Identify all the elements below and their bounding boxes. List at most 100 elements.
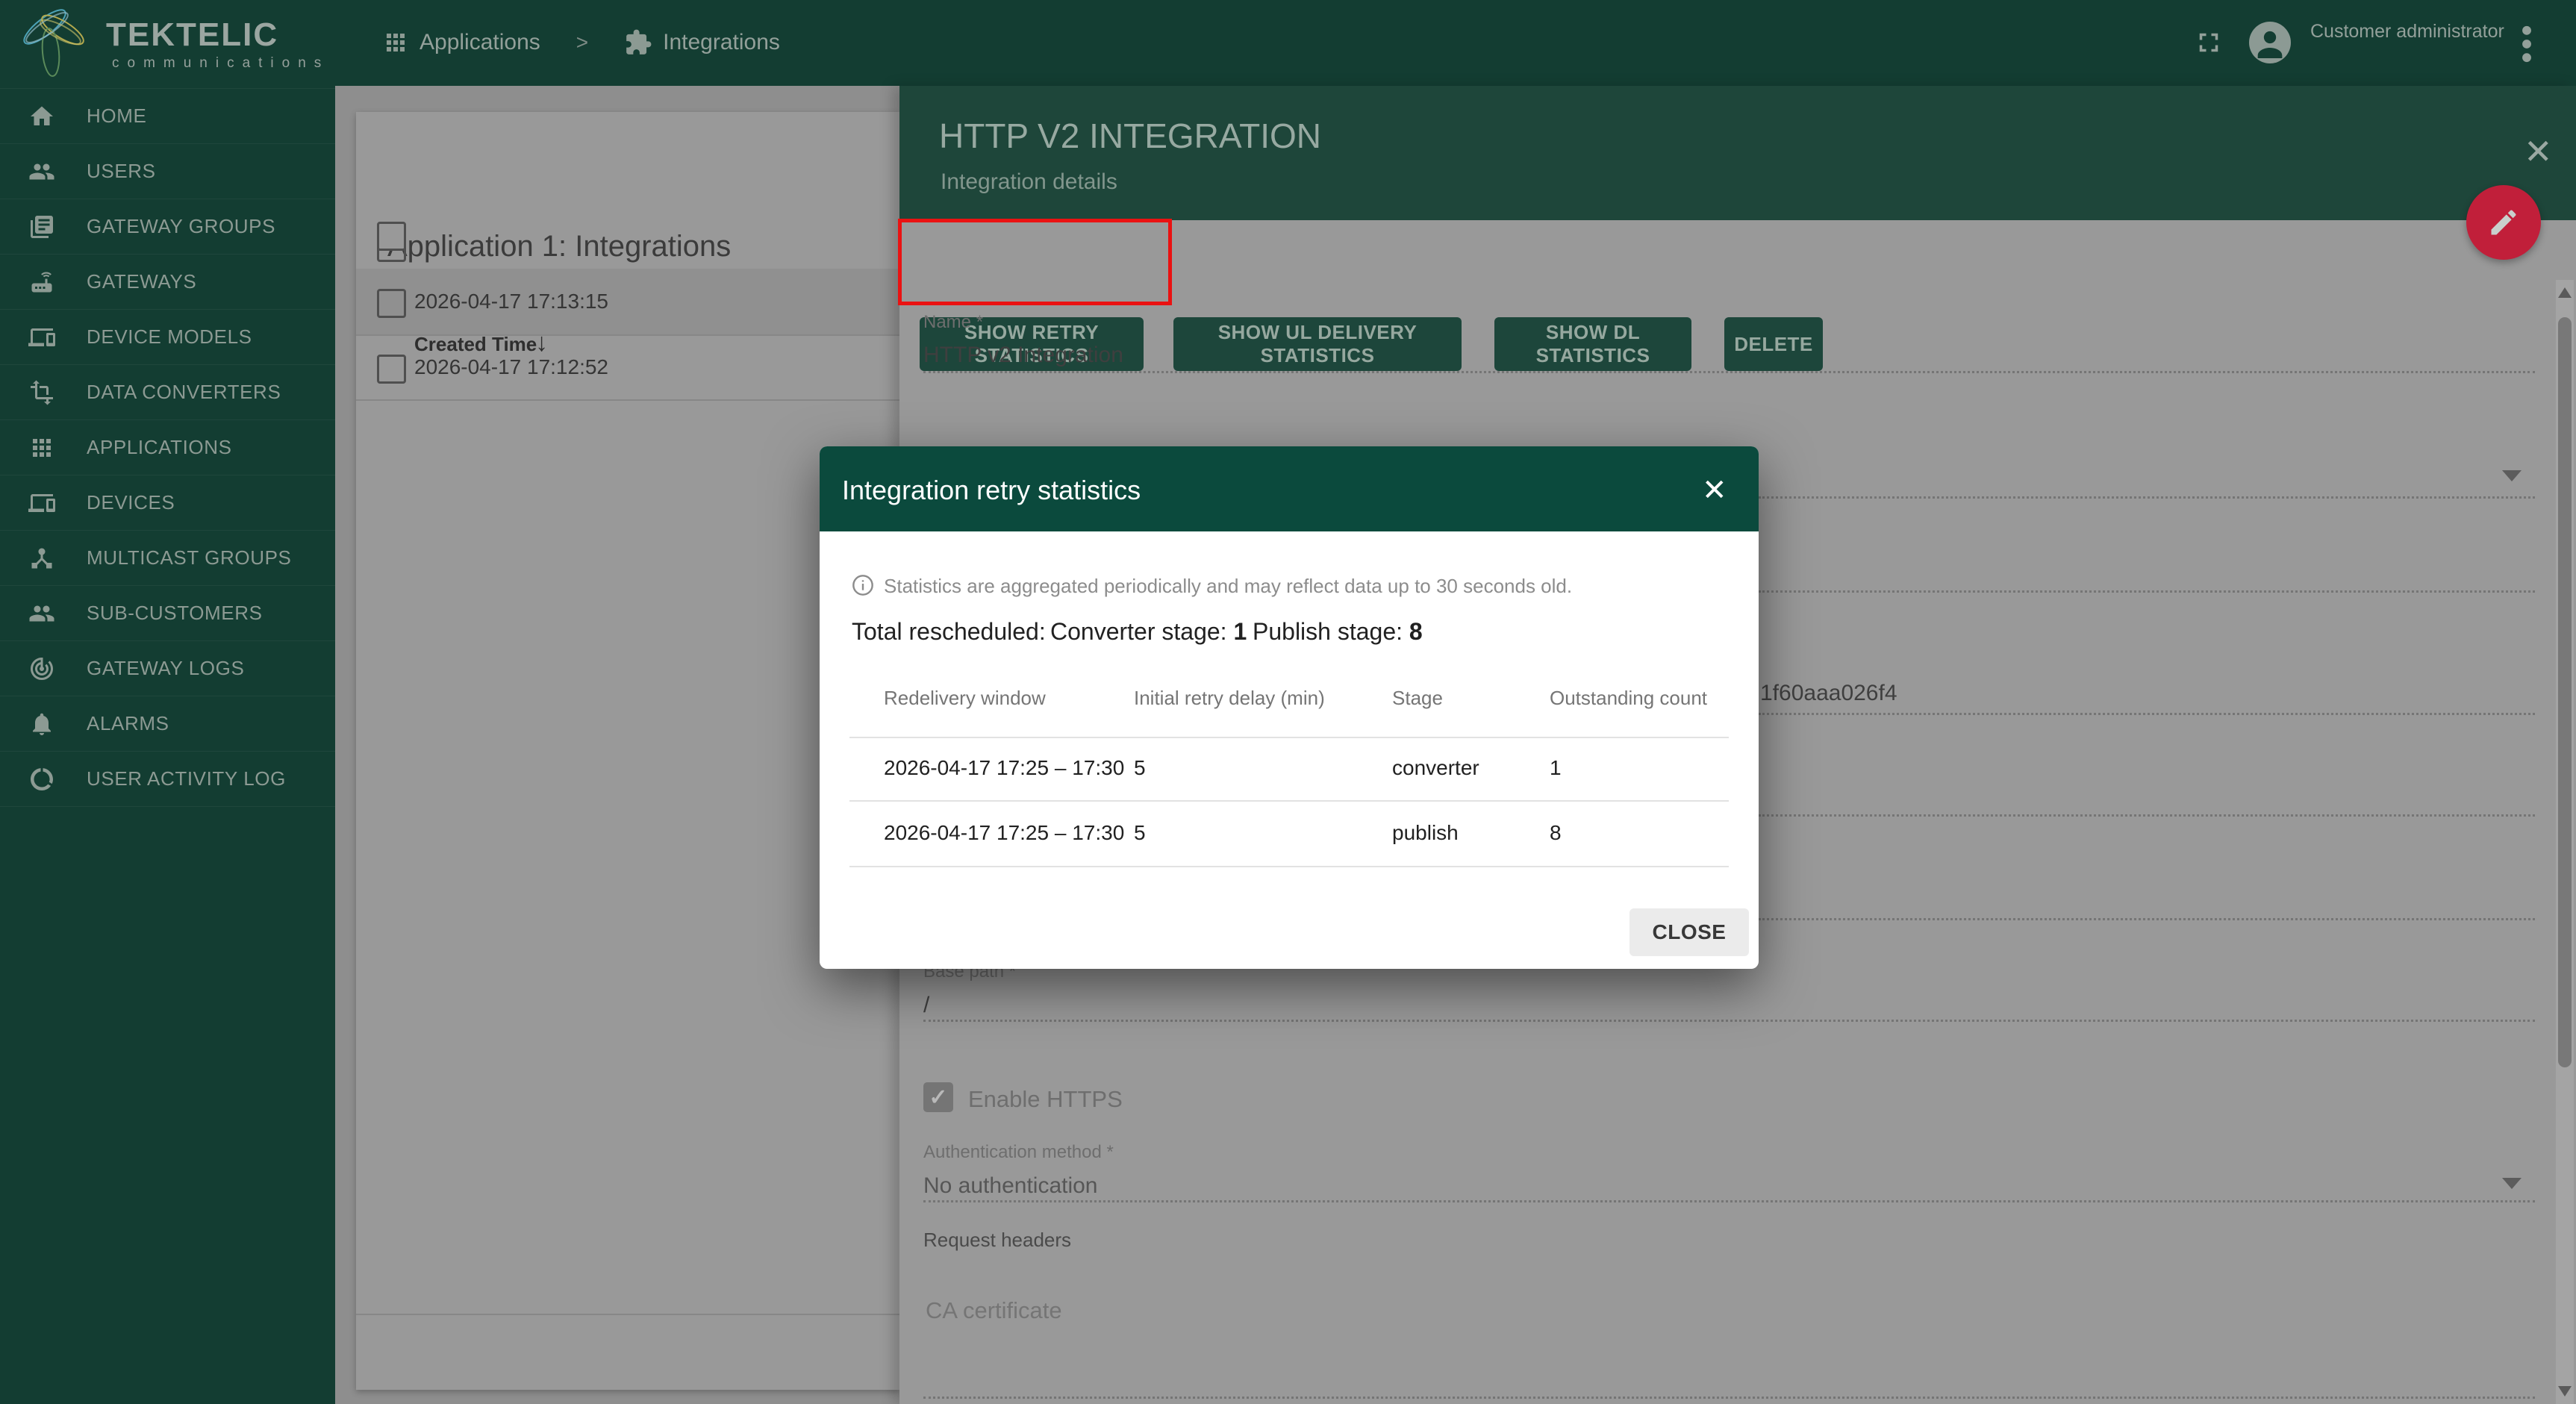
cell-window: 2026-04-17 17:25 – 17:30 [884, 756, 1124, 780]
annotation-highlight-box [898, 219, 1172, 305]
field-underline [923, 1020, 2535, 1022]
apps-icon [382, 29, 409, 56]
info-icon [851, 573, 875, 597]
sidebar-item-device-models[interactable]: DEVICE MODELS [0, 310, 335, 365]
totals-publish: Publish stage: 8 [1253, 618, 1423, 646]
cell-count: 8 [1550, 821, 1562, 845]
edit-fab-button[interactable] [2466, 185, 2541, 260]
select-all-checkbox[interactable] [377, 222, 406, 251]
delete-button[interactable]: DELETE [1724, 317, 1823, 371]
dialog-info-text: Statistics are aggregated periodically a… [884, 575, 1572, 598]
field-underline [1759, 496, 2535, 499]
detail-header: HTTP V2 INTEGRATION Integration details … [899, 86, 2576, 220]
sidebar-item-users[interactable]: USERS [0, 144, 335, 199]
sidebar-item-gateways[interactable]: GATEWAYS [0, 255, 335, 310]
col-redelivery-window: Redelivery window [884, 687, 1046, 710]
dialog-close-button[interactable]: CLOSE [1630, 908, 1749, 956]
list-panel-title: Application 1: Integrations [387, 230, 731, 263]
cell-count: 1 [1550, 756, 1562, 780]
row-created-time: 2026-04-17 17:12:52 [414, 355, 608, 379]
divider [849, 800, 1729, 802]
brand-tagline: communications [112, 55, 329, 72]
row-checkbox[interactable] [377, 355, 406, 384]
show-dl-statistics-button[interactable]: SHOW DL STATISTICS [1494, 317, 1691, 371]
top-bar: Applications > Integrations Customer adm… [0, 0, 2576, 86]
sidebar-item-multicast-groups[interactable]: MULTICAST GROUPS [0, 531, 335, 586]
sidebar-item-home[interactable]: HOME [0, 88, 335, 144]
dialog-header: Integration retry statistics ✕ [820, 446, 1759, 531]
cell-window: 2026-04-17 17:25 – 17:30 [884, 821, 1124, 845]
close-icon[interactable]: ✕ [2524, 135, 2553, 168]
user-name: Customer administrator [2310, 21, 2504, 43]
field-underline [1759, 918, 2535, 920]
sidebar: TEKTELIC communications HOME USERS GATEW… [0, 0, 335, 1404]
enable-https-checkbox[interactable]: ✓ [923, 1082, 953, 1112]
auth-method-label: Authentication method * [923, 1142, 1114, 1163]
integrations-list-panel: Application 1: Integrations Created Time… [356, 112, 899, 1390]
totals-label: Total rescheduled: [852, 618, 1046, 646]
breadcrumb-integrations: Integrations [663, 30, 780, 55]
cell-delay: 5 [1134, 821, 1146, 845]
breadcrumb: Applications > Integrations [382, 28, 780, 57]
sidebar-item-data-converters[interactable]: DATA CONVERTERS [0, 365, 335, 420]
totals-converter: Converter stage: 1 [1050, 618, 1247, 646]
request-headers-label: Request headers [923, 1229, 1071, 1252]
field-underline [923, 1200, 2535, 1202]
detail-subtitle: Integration details [941, 169, 1117, 195]
converter-stage-value: 1 [1233, 618, 1247, 645]
extension-icon [624, 28, 652, 57]
col-initial-retry-delay: Initial retry delay (min) [1134, 687, 1325, 710]
table-row[interactable]: 2026-04-17 17:12:52 [356, 334, 899, 399]
scroll-up-arrow-icon[interactable] [2558, 287, 2572, 298]
col-stage: Stage [1392, 687, 1443, 710]
scroll-down-arrow-icon[interactable] [2558, 1386, 2572, 1397]
sidebar-item-applications[interactable]: APPLICATIONS [0, 420, 335, 475]
avatar[interactable] [2249, 22, 2291, 63]
base-path-value[interactable]: / [923, 993, 929, 1018]
auth-method-value[interactable]: No authentication [923, 1173, 1098, 1199]
sidebar-item-devices[interactable]: DEVICES [0, 475, 335, 531]
row-created-time: 2026-04-17 17:13:15 [414, 290, 608, 313]
scrollbar[interactable] [2556, 280, 2574, 1404]
sidebar-item-user-activity-log[interactable]: USER ACTIVITY LOG [0, 752, 335, 807]
breadcrumb-applications[interactable]: Applications [420, 30, 540, 55]
field-underline [1759, 590, 2535, 593]
dialog-close-icon[interactable]: ✕ [1702, 473, 1727, 508]
brand-name: TEKTELIC [106, 16, 278, 54]
detail-title: HTTP V2 INTEGRATION [939, 116, 1321, 156]
cell-stage: publish [1392, 821, 1459, 845]
field-underline [923, 1397, 2535, 1399]
table-row[interactable]: 2026-04-17 17:13:15 [356, 269, 899, 334]
sidebar-item-gateway-logs[interactable]: GATEWAY LOGS [0, 641, 335, 696]
divider [849, 737, 1729, 738]
divider [849, 866, 1729, 867]
cell-delay: 5 [1134, 756, 1146, 780]
retry-statistics-dialog: Integration retry statistics ✕ Statistic… [820, 446, 1759, 969]
sidebar-item-gateway-groups[interactable]: GATEWAY GROUPS [0, 199, 335, 255]
brand-logo-icon [13, 4, 103, 79]
type-select-arrow-icon[interactable] [2502, 470, 2522, 481]
field-underline [1759, 814, 2535, 817]
dialog-title: Integration retry statistics [842, 475, 1141, 506]
field-underline [923, 371, 2535, 373]
name-field-label: Name * [923, 312, 983, 333]
sidebar-item-alarms[interactable]: ALARMS [0, 696, 335, 752]
sidebar-item-sub-customers[interactable]: SUB-CUSTOMERS [0, 586, 335, 641]
sidebar-menu: HOME USERS GATEWAY GROUPS GATEWAYS DEVIC… [0, 88, 335, 807]
ca-certificate-field[interactable]: CA certificate [926, 1297, 1062, 1324]
row-checkbox[interactable] [377, 289, 406, 318]
auth-select-arrow-icon[interactable] [2502, 1178, 2522, 1189]
field-underline [1759, 713, 2535, 715]
divider [356, 399, 899, 401]
scrollbar-thumb[interactable] [2558, 317, 2572, 1067]
breadcrumb-separator-icon: > [576, 31, 588, 54]
endpoint-url-fragment[interactable]: 1f60aaa026f4 [1760, 681, 1897, 706]
check-icon: ✓ [929, 1085, 947, 1111]
fullscreen-button[interactable] [2193, 27, 2224, 58]
col-outstanding-count: Outstanding count [1550, 687, 1707, 710]
show-ul-delivery-statistics-button[interactable]: SHOW UL DELIVERY STATISTICS [1173, 317, 1462, 371]
name-field-value[interactable]: HTTP v2 Integration [923, 343, 1123, 368]
divider [356, 1314, 899, 1315]
publish-stage-value: 8 [1409, 618, 1423, 645]
kebab-menu-icon[interactable] [2522, 25, 2532, 63]
